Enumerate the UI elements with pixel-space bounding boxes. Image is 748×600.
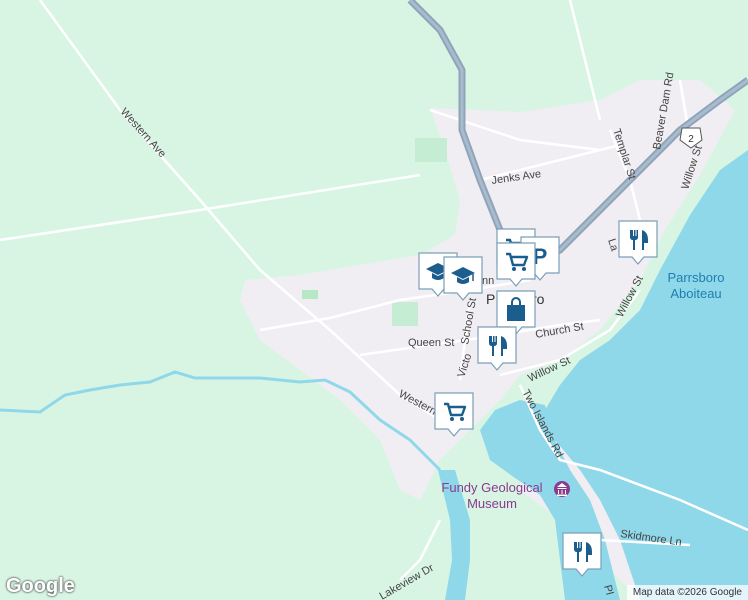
park-2 [392, 302, 418, 326]
marker-school-2[interactable] [443, 256, 483, 301]
marker-pin-shape [562, 532, 602, 577]
svg-text:2: 2 [688, 134, 694, 145]
marker-restaurant-east[interactable] [618, 220, 658, 265]
park-1 [415, 138, 447, 162]
label-aboiteau-1: Parrsboro [667, 270, 724, 285]
marker-grocery-center[interactable] [496, 242, 536, 287]
label-museum-2: Museum [467, 496, 517, 511]
label-town-p: P [486, 291, 495, 307]
museum-icon[interactable] [554, 481, 570, 497]
label-queen-st: Queen St [408, 337, 454, 349]
marker-pin-shape [477, 326, 517, 371]
map-canvas[interactable]: 2 Western Ave Western Jenks Ave Templar … [0, 0, 748, 600]
marker-restaurant-center[interactable] [477, 326, 517, 371]
label-museum-1: Fundy Geological [441, 480, 542, 495]
park-3 [302, 290, 318, 299]
marker-restaurant-south[interactable] [562, 532, 602, 577]
label-inn-partial: nn [482, 275, 494, 287]
marker-grocery-south[interactable] [434, 392, 474, 437]
map-attribution[interactable]: Map data ©2026 Google [626, 585, 748, 600]
google-logo: Google [6, 575, 75, 597]
label-aboiteau-2: Aboiteau [670, 286, 721, 301]
marker-pin-shape [618, 220, 658, 265]
